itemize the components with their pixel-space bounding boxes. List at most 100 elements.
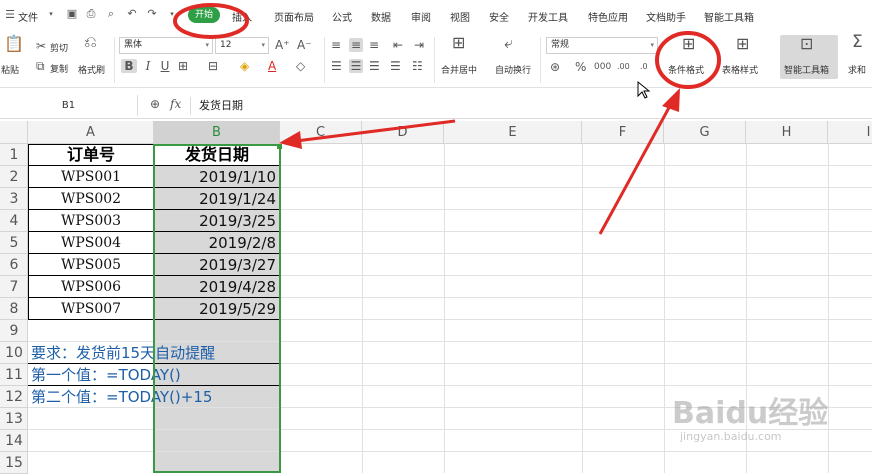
table-style-button[interactable]: 表格样式 [722,63,758,76]
row-header[interactable]: 4 [0,210,28,232]
tab-security[interactable]: 安全 [489,9,509,24]
currency-icon[interactable]: ⊛ [550,60,560,74]
scissors-icon[interactable]: ✂ [36,39,46,53]
conditional-format-button[interactable]: 条件格式 [668,63,704,76]
cut-button[interactable]: 剪切 [50,41,68,54]
fill-color-icon[interactable]: ◈ [240,59,249,73]
font-size-select[interactable]: 12 ▾ [215,37,269,54]
row-header[interactable]: 12 [0,386,28,408]
copy-button[interactable]: 复制 [50,62,68,75]
file-menu[interactable]: 文件 [18,9,38,24]
row-header[interactable]: 2 [0,166,28,188]
tab-insert[interactable]: 插入 [232,9,252,24]
column-header-a[interactable]: A [28,121,154,144]
row-header[interactable]: 6 [0,254,28,276]
decrease-decimal-icon[interactable]: .0 [640,60,648,74]
format-painter-button[interactable]: 格式刷 [78,63,105,76]
wrap-text-button[interactable]: 自动换行 [495,63,531,76]
tab-view[interactable]: 视图 [450,9,470,24]
copy-icon[interactable]: ⧉ [36,59,45,73]
row-header[interactable]: 8 [0,298,28,320]
justify-icon[interactable]: ☰ [390,59,401,73]
border-icon[interactable]: ⊟ [208,59,218,73]
font-grow-icon[interactable]: A⁺ [275,38,290,52]
sum-button[interactable]: 求和 [848,63,866,76]
wrap-text-icon[interactable]: ⤶ [504,35,513,51]
chevron-down-icon[interactable]: ▾ [45,8,57,20]
indent-decrease-icon[interactable]: ⇤ [393,38,403,52]
column-header-e[interactable]: E [444,121,582,144]
table-cell-id[interactable]: WPS001 [28,166,154,188]
strikethrough-icon[interactable]: ⊞ [178,59,188,73]
row-header[interactable]: 11 [0,364,28,386]
paste-button[interactable]: 粘贴 [1,63,19,76]
distributed-icon[interactable]: ☷ [412,59,423,73]
formula-input[interactable]: 发货日期 [190,97,872,115]
tab-developer[interactable]: 开发工具 [528,9,568,24]
row-header[interactable]: 1 [0,144,28,166]
column-header-f[interactable]: F [582,121,664,144]
font-color-icon[interactable]: A [268,59,276,73]
table-cell-id[interactable]: WPS003 [28,210,154,232]
bold-button[interactable]: B [121,59,137,73]
tab-features[interactable]: 特色应用 [588,9,628,24]
row-header[interactable]: 14 [0,430,28,452]
conditional-format-icon[interactable]: ⊞ [682,36,695,52]
tab-formulas[interactable]: 公式 [332,9,352,24]
align-right-icon[interactable]: ☰ [369,59,380,73]
undo-icon[interactable]: ↶ [126,8,138,20]
table-cell-id[interactable]: WPS006 [28,276,154,298]
align-center-icon[interactable]: ☰ [349,59,363,73]
row-header[interactable]: 13 [0,408,28,430]
row-header[interactable]: 3 [0,188,28,210]
smart-toolbox-icon[interactable]: ⊡ [800,36,813,52]
table-cell-id[interactable]: WPS005 [28,254,154,276]
increase-decimal-icon[interactable]: .00 [617,60,630,74]
row-header[interactable]: 9 [0,320,28,342]
align-bottom-icon[interactable]: ≡ [369,38,379,52]
print-preview-icon[interactable]: ⌕ [105,8,117,20]
indent-increase-icon[interactable]: ⇥ [414,38,424,52]
merge-center-button[interactable]: 合并居中 [441,63,477,76]
redo-icon[interactable]: ↷ [146,8,158,20]
select-all-corner[interactable] [0,121,28,144]
merge-center-icon[interactable]: ⊞ [452,35,465,51]
print-icon[interactable]: ⎙ [85,8,97,20]
fx-icon[interactable]: fx [170,97,181,111]
more-icon[interactable]: ▾ [166,8,178,20]
row-header[interactable]: 5 [0,232,28,254]
table-cell-id[interactable]: WPS004 [28,232,154,254]
underline-button[interactable]: U [158,59,172,73]
save-icon[interactable]: ▣ [66,8,78,20]
row-header[interactable]: 7 [0,276,28,298]
zoom-icon[interactable]: ⊕ [150,97,160,111]
clear-format-icon[interactable]: ◇ [296,59,305,73]
tab-page-layout[interactable]: 页面布局 [274,9,314,24]
row-header[interactable]: 15 [0,452,28,474]
percent-icon[interactable]: % [575,60,586,74]
font-shrink-icon[interactable]: A⁻ [297,38,312,52]
table-cell-id[interactable]: WPS007 [28,298,154,320]
column-header-b[interactable]: B [154,121,280,144]
column-header-d[interactable]: D [362,121,444,144]
format-painter-icon[interactable]: ⎌ [84,34,97,50]
tab-review[interactable]: 审阅 [411,9,431,24]
table-style-icon[interactable]: ⊞ [736,36,749,52]
sum-icon[interactable]: Σ [852,34,863,51]
fill-handle[interactable] [277,144,282,149]
table-cell-id[interactable]: WPS002 [28,188,154,210]
column-header-h[interactable]: H [746,121,828,144]
number-format-select[interactable]: 常规 ▾ [546,37,658,54]
tab-smart-toolbox[interactable]: 智能工具箱 [704,9,754,24]
tab-doc-assistant[interactable]: 文档助手 [646,9,686,24]
thousands-icon[interactable]: 000 [594,60,611,74]
cell-a1[interactable]: 订单号 [28,144,154,166]
row-header[interactable]: 10 [0,342,28,364]
align-middle-icon[interactable]: ≡ [349,38,363,52]
tab-home[interactable]: 开始 [188,7,220,23]
hamburger-menu-icon[interactable]: ☰ [4,9,16,21]
align-top-icon[interactable]: ≡ [331,38,341,52]
smart-toolbox-button[interactable]: 智能工具箱 [784,63,829,76]
column-header-g[interactable]: G [664,121,746,144]
column-header-c[interactable]: C [280,121,362,144]
